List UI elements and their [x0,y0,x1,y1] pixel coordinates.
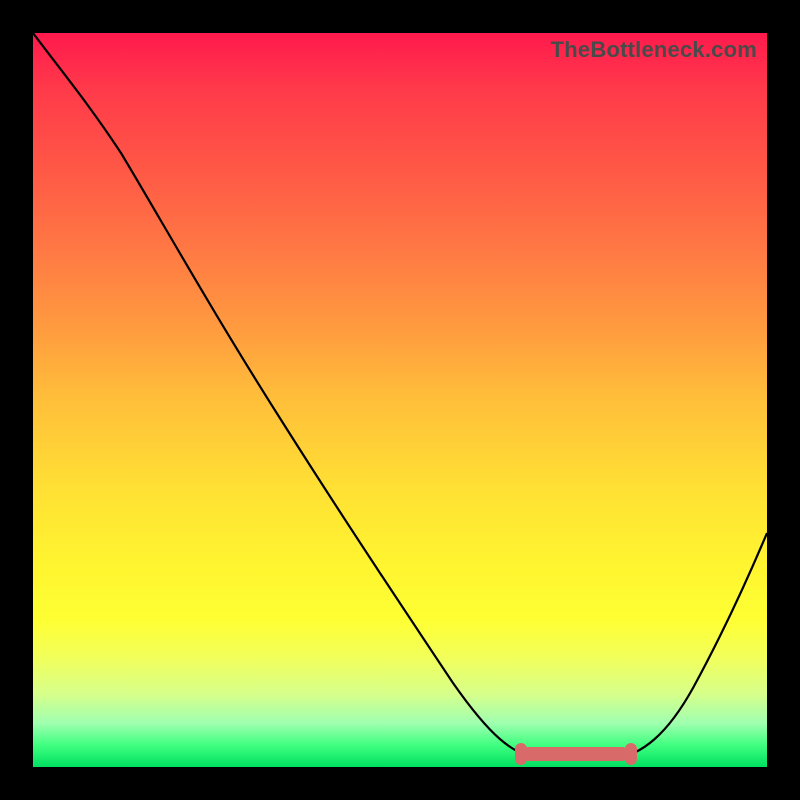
optimal-band-right-cap [625,743,637,765]
chart-frame: TheBottleneck.com [0,0,800,800]
optimal-band-left-cap [515,743,527,765]
bottleneck-curve-path [33,33,767,759]
plot-area: TheBottleneck.com [33,33,767,767]
curve-svg [33,33,767,767]
optimal-band [521,747,629,761]
